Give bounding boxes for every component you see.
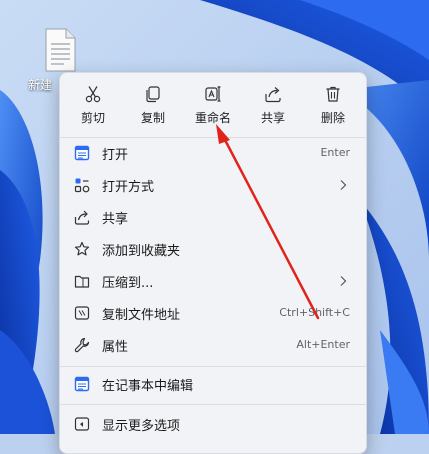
menu-item-label: 在记事本中编辑 — [102, 379, 194, 394]
more-options-icon — [74, 417, 90, 431]
rename-icon — [205, 86, 221, 102]
menu-item-edit-notepad[interactable]: 在记事本中编辑 — [64, 369, 362, 399]
menu-item-label: 添加到收藏夹 — [102, 244, 181, 259]
notepad-icon — [74, 145, 90, 161]
menu-item-open[interactable]: 打开 Enter — [64, 138, 362, 168]
context-menu: 剪切 复制 重命名 共享 删除 打开 Enter 打开方式 共享 添加到收藏夹 … — [59, 72, 367, 454]
trash-icon — [326, 86, 340, 102]
copy-path-icon — [74, 306, 90, 320]
divider — [60, 404, 366, 405]
menu-item-properties[interactable]: 属性 Alt+Enter — [64, 330, 362, 360]
shortcut-hint: Ctrl+Shift+C — [279, 306, 350, 319]
open-with-icon — [74, 178, 90, 193]
copy-label: 复制 — [140, 111, 165, 125]
share-button[interactable]: 共享 — [243, 79, 303, 135]
menu-item-label: 复制文件地址 — [102, 308, 181, 323]
desktop-file-label: 新建 — [28, 78, 53, 92]
menu-item-compress[interactable]: 压缩到... — [64, 266, 362, 296]
wrench-icon — [74, 337, 90, 353]
scissors-icon — [85, 86, 101, 103]
archive-icon — [74, 275, 90, 288]
share-label: 共享 — [260, 111, 285, 125]
copy-icon — [146, 86, 160, 103]
copy-button[interactable]: 复制 — [123, 79, 183, 135]
menu-item-share[interactable]: 共享 — [64, 202, 362, 232]
cut-button[interactable]: 剪切 — [63, 79, 123, 135]
menu-item-add-favorites[interactable]: 添加到收藏夹 — [64, 234, 362, 264]
menu-item-copy-path[interactable]: 复制文件地址 Ctrl+Shift+C — [64, 298, 362, 328]
menu-item-label: 打开 — [102, 148, 129, 163]
rename-button[interactable]: 重命名 — [183, 79, 243, 135]
text-file-icon — [45, 28, 76, 72]
menu-item-label: 压缩到... — [102, 276, 154, 291]
chevron-right-icon — [340, 180, 347, 190]
menu-item-open-with[interactable]: 打开方式 — [64, 170, 362, 200]
share-icon — [265, 87, 281, 103]
menu-item-label: 属性 — [102, 340, 129, 355]
star-icon — [74, 241, 90, 256]
rename-label: 重命名 — [194, 111, 231, 125]
chevron-right-icon — [340, 276, 347, 286]
menu-item-more-options[interactable]: 显示更多选项 — [64, 409, 362, 439]
menu-item-label: 打开方式 — [102, 180, 155, 195]
shortcut-hint: Alt+Enter — [296, 338, 350, 351]
shortcut-hint: Enter — [320, 146, 350, 159]
share-icon — [74, 210, 90, 225]
notepad-icon — [74, 376, 90, 392]
delete-label: 删除 — [320, 111, 345, 125]
cut-label: 剪切 — [80, 111, 105, 125]
divider — [60, 366, 366, 367]
menu-item-label: 显示更多选项 — [102, 419, 181, 434]
delete-button[interactable]: 删除 — [303, 79, 363, 135]
menu-item-label: 共享 — [102, 212, 129, 227]
quick-action-bar: 剪切 复制 重命名 共享 删除 — [60, 79, 366, 135]
